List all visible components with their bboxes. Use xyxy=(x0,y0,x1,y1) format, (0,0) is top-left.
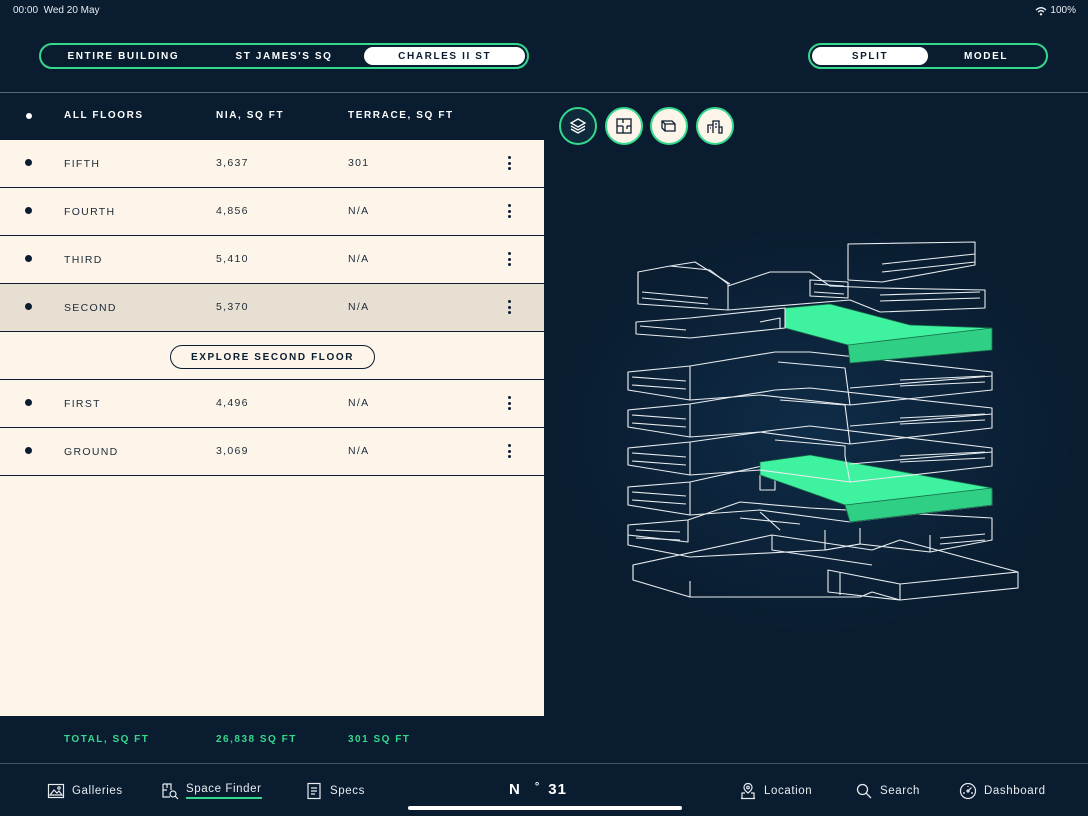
floor-terrace: N/A xyxy=(348,445,370,457)
floor-bullet xyxy=(25,303,32,310)
floor-terrace: 301 xyxy=(348,157,370,169)
home-indicator[interactable] xyxy=(408,806,682,810)
building-selector: ENTIRE BUILDING ST JAMES'S SQ CHARLES II… xyxy=(39,43,529,69)
floor-row-ground[interactable]: GROUND 3,069 N/A xyxy=(0,428,544,476)
floor-bullet xyxy=(25,255,32,262)
more-options-icon[interactable] xyxy=(500,250,518,268)
tab-charles-ii-st[interactable]: CHARLES II ST xyxy=(364,47,526,65)
floor-nia: 3,637 xyxy=(216,157,249,169)
tab-st-jamess-sq[interactable]: ST JAMES'S SQ xyxy=(204,47,365,65)
floor-row-fourth[interactable]: FOURTH 4,856 N/A xyxy=(0,188,544,236)
nav-specs-label: Specs xyxy=(330,785,365,797)
floor-name: THIRD xyxy=(64,254,103,266)
tab-entire-building[interactable]: ENTIRE BUILDING xyxy=(43,47,204,65)
floor-row-first[interactable]: FIRST 4,496 N/A xyxy=(0,380,544,428)
total-nia: 26,838 SQ FT xyxy=(216,734,297,745)
nav-search-label: Search xyxy=(880,785,921,797)
more-options-icon[interactable] xyxy=(500,394,518,412)
layers-icon xyxy=(569,118,587,134)
battery-level: 100% xyxy=(1050,5,1076,16)
building-icon xyxy=(707,120,723,134)
explore-second-floor-button[interactable]: EXPLORE SECOND FLOOR xyxy=(170,345,375,369)
header-divider xyxy=(0,92,1088,93)
floor-fourth-model xyxy=(627,387,993,445)
header-terrace: TERRACE, SQ FT xyxy=(348,110,454,121)
stack-view-button[interactable] xyxy=(650,107,688,145)
nav-specs[interactable]: Specs xyxy=(305,782,365,800)
gallery-icon xyxy=(47,783,65,799)
floor-nia: 4,856 xyxy=(216,205,249,217)
floor-bullet xyxy=(25,399,32,406)
fifth-floor-highlight xyxy=(784,303,993,364)
tab-model[interactable]: MODEL xyxy=(928,47,1044,65)
roof-model xyxy=(637,241,986,313)
floor-list: FIFTH 3,637 301 FOURTH 4,856 N/A THIRD 5… xyxy=(0,140,544,716)
floorplan-view-button[interactable] xyxy=(605,107,643,145)
floor-name: FIFTH xyxy=(64,158,101,170)
all-floors-bullet[interactable] xyxy=(26,113,32,119)
building-view-button[interactable] xyxy=(696,107,734,145)
floor-bullet xyxy=(25,159,32,166)
search-icon xyxy=(856,783,872,799)
floor-terrace: N/A xyxy=(348,397,370,409)
nav-dashboard-label: Dashboard xyxy=(984,785,1046,797)
floor-terrace: N/A xyxy=(348,253,370,265)
floor-name: SECOND xyxy=(64,302,117,314)
floor-second-highlight xyxy=(759,454,993,523)
layers-view-button[interactable] xyxy=(559,107,597,145)
total-label: TOTAL, SQ FT xyxy=(64,734,150,745)
floor-terrace: N/A xyxy=(348,205,370,217)
nav-space-finder-label: Space Finder xyxy=(186,783,262,799)
more-options-icon[interactable] xyxy=(500,298,518,316)
floor-fifth-base xyxy=(635,307,786,339)
floor-terrace: N/A xyxy=(348,301,370,313)
floor-row-second[interactable]: SECOND 5,370 N/A xyxy=(0,284,544,332)
nav-dashboard[interactable]: Dashboard xyxy=(959,782,1046,800)
explore-row: EXPLORE SECOND FLOOR xyxy=(0,332,544,380)
floor-bullet xyxy=(25,207,32,214)
compass-direction: N xyxy=(509,781,521,798)
floor-row-third[interactable]: THIRD 5,410 N/A xyxy=(0,236,544,284)
status-time: 00:00 Wed 20 May xyxy=(13,5,100,16)
nav-search[interactable]: Search xyxy=(855,782,920,800)
nav-location-label: Location xyxy=(764,785,813,797)
floor-name: GROUND xyxy=(64,446,119,458)
compass-value: 31 xyxy=(548,781,567,798)
status-bar: 00:00 Wed 20 May 100% xyxy=(0,0,1088,20)
building-3d-model[interactable] xyxy=(600,200,1060,640)
nav-space-finder[interactable]: Space Finder xyxy=(161,782,262,800)
header-all-floors[interactable]: ALL FLOORS xyxy=(64,110,144,121)
floor-nia: 4,496 xyxy=(216,397,249,409)
floor-name: FIRST xyxy=(64,398,101,410)
compass-readout[interactable]: N ° 31 xyxy=(509,781,567,798)
floor-nia: 5,370 xyxy=(216,301,249,313)
floorplan-icon xyxy=(616,118,632,134)
tab-split[interactable]: SPLIT xyxy=(812,47,928,65)
nav-galleries-label: Galleries xyxy=(72,785,123,797)
dashboard-icon xyxy=(959,782,977,800)
status-right: 100% xyxy=(1035,5,1076,16)
location-icon xyxy=(741,782,755,800)
floor-fifth-model xyxy=(627,351,993,406)
floor-bullet xyxy=(25,447,32,454)
space-finder-icon xyxy=(162,783,179,800)
floor-row-fifth[interactable]: FIFTH 3,637 301 xyxy=(0,140,544,188)
floor-name: FOURTH xyxy=(64,206,116,218)
floor-nia: 3,069 xyxy=(216,445,249,457)
view-selector: SPLIT MODEL xyxy=(808,43,1048,69)
nav-location[interactable]: Location xyxy=(739,782,812,800)
wifi-icon xyxy=(1035,6,1047,15)
compass-degree-symbol: ° xyxy=(534,781,541,793)
more-options-icon[interactable] xyxy=(500,154,518,172)
nav-galleries[interactable]: Galleries xyxy=(47,782,123,800)
floor-nia: 5,410 xyxy=(216,253,249,265)
more-options-icon[interactable] xyxy=(500,442,518,460)
more-options-icon[interactable] xyxy=(500,202,518,220)
stack-icon xyxy=(661,120,676,132)
specs-icon xyxy=(307,782,321,800)
total-terrace: 301 SQ FT xyxy=(348,734,411,745)
header-nia: NIA, SQ FT xyxy=(216,110,285,121)
